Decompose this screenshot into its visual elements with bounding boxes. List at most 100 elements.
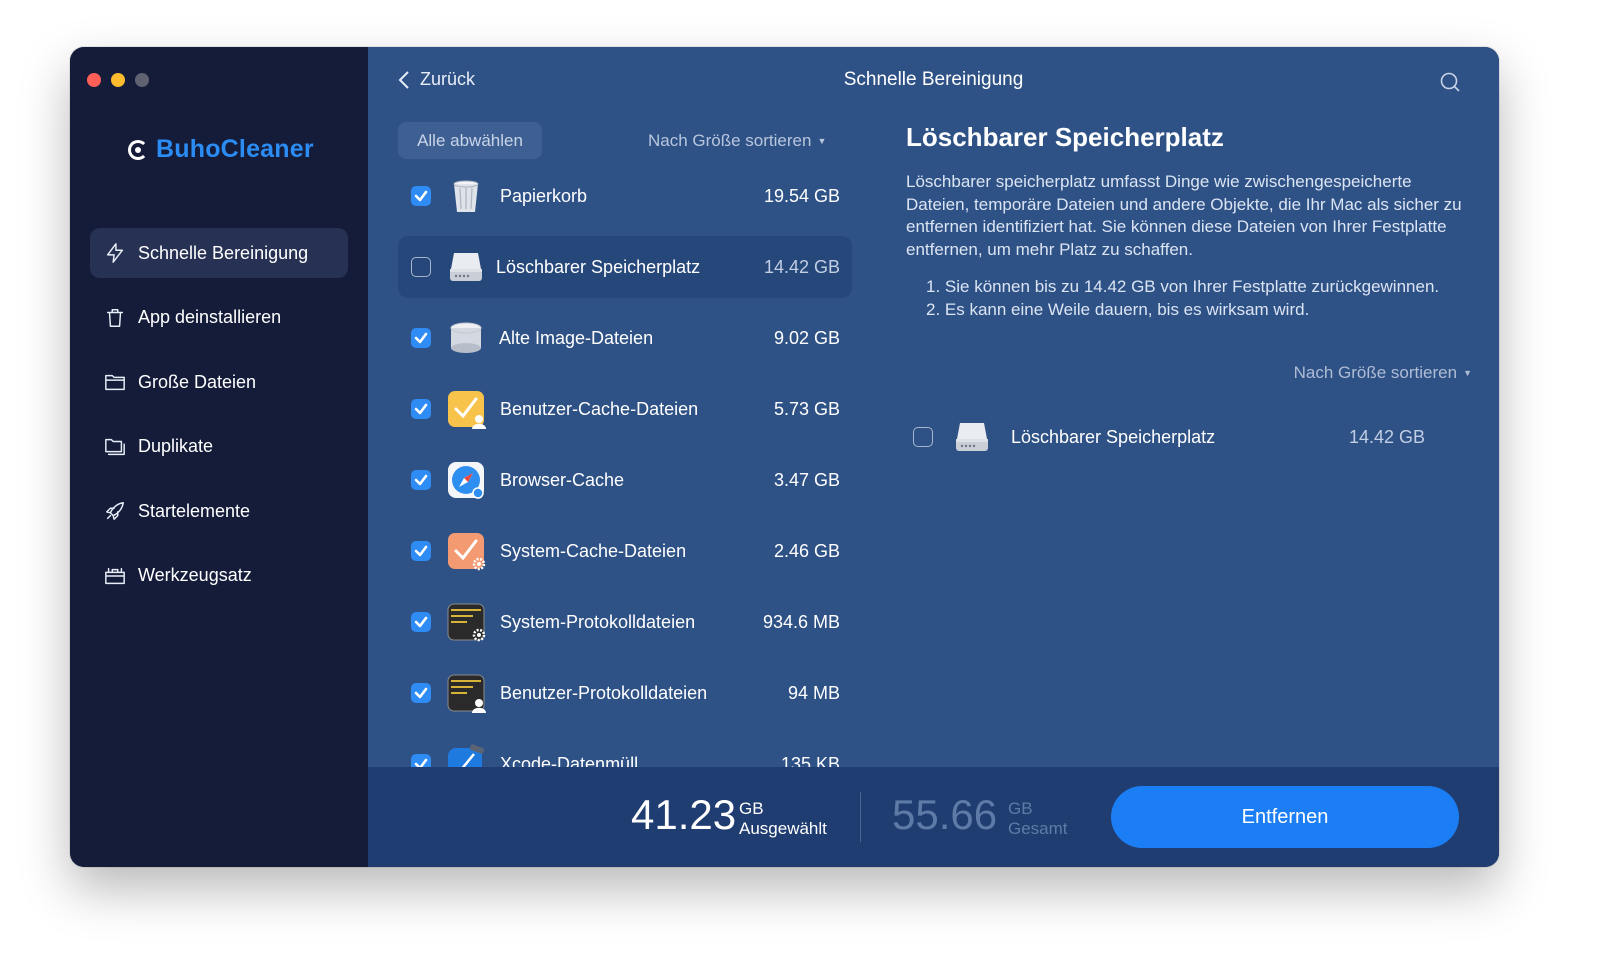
folder-icon [104,371,126,393]
list-item[interactable]: System-Protokolldateien 934.6 MB [398,591,852,653]
list-item[interactable]: Browser-Cache 3.47 GB [398,449,852,511]
list-item[interactable]: Papierkorb 19.54 GB [398,165,852,227]
list-item[interactable]: Löschbarer Speicherplatz 14.42 GB [398,236,852,298]
disk-drive-icon [952,417,992,457]
remove-button[interactable]: Entfernen [1111,786,1459,848]
selected-size-caption: GB Ausgewählt [739,799,827,839]
detail-point: 1. Sie können bis zu 14.42 GB von Ihrer … [926,277,1440,296]
item-name: Löschbarer Speicherplatz [1011,426,1216,447]
detail-description: Löschbarer speicherplatz umfasst Dinge w… [906,172,1462,259]
item-size: 3.47 GB [773,469,840,490]
item-size: 135 KB [780,753,840,768]
checkbox[interactable] [411,399,431,419]
checkbox[interactable] [411,754,431,767]
checkbox[interactable] [411,541,431,561]
sidebar-item-schnelle-bereinigung[interactable]: Schnelle Bereinigung [90,228,348,278]
total-unit: GB [1008,799,1033,818]
detail-pane: Löschbarer Speicherplatz Löschbarer spei… [906,122,1476,321]
sidebar-item-label: App deinstallieren [138,307,282,327]
checkbox[interactable] [411,470,431,490]
item-size: 2.46 GB [773,540,840,561]
category-list: Papierkorb 19.54 GB Löschbarer Speicherp… [398,165,852,767]
system-log-icon [446,602,486,642]
total-size-value: 55.66 [892,791,998,838]
item-name: Browser-Cache [500,469,625,490]
detail-points: 1. Sie können bis zu 14.42 GB von Ihrer … [906,276,1476,321]
detail-list-item[interactable]: Löschbarer Speicherplatz 14.42 GB [908,412,1438,462]
item-size: 94 MB [787,682,840,703]
checkbox[interactable] [411,257,431,277]
buho-logo-icon [128,139,148,160]
zoom-window-button[interactable] [135,73,149,87]
item-name: Papierkorb [500,185,588,206]
deselect-all-button[interactable]: Alle abwählen [398,122,542,159]
item-size: 9.02 GB [773,327,840,348]
page-title: Schnelle Bereinigung [843,69,1024,90]
detail-point: 2. Es kann eine Weile dauern, bis es wir… [926,299,1310,319]
sidebar-item-label: Duplikate [138,436,214,456]
user-cache-icon [446,389,486,429]
item-name: System-Protokolldateien [500,611,696,632]
item-name: System-Cache-Dateien [500,540,687,561]
sidebar-item-label: Große Dateien [138,371,257,392]
minimize-window-button[interactable] [111,73,125,87]
list-item[interactable]: Benutzer-Cache-Dateien 5.73 GB [398,378,852,440]
checkbox[interactable] [913,427,933,447]
search-icon [1440,72,1460,92]
item-name: Xcode-Datenmüll [500,753,639,768]
search-button[interactable] [1439,71,1461,93]
total-label: Gesamt [1008,819,1068,838]
selected-label: Ausgewählt [739,819,827,838]
list-item[interactable]: Xcode-Datenmüll 135 KB [398,733,852,767]
sort-label: Nach Größe sortieren [648,131,812,150]
sidebar-item-label: Werkzeugsatz [138,565,252,585]
trash-bin-icon [446,176,486,216]
brand-name: BuhoCleaner [156,135,314,163]
caret-down-icon: ▼ [817,136,827,146]
bottom-bar: 41.23 GB Ausgewählt 55.66 GB Gesamt Entf… [368,767,1499,867]
sidebar-item-label: Schnelle Bereinigung [138,242,309,263]
category-list-pane: Alle abwählen Nach Größe sortieren ▼ Pap… [398,122,852,767]
sidebar: BuhoCleaner Schnelle Bereinigung App dei… [70,47,368,867]
total-size-caption: GB Gesamt [1008,799,1068,839]
safari-icon [446,460,486,500]
brand: BuhoCleaner [128,135,314,164]
sidebar-item-label: Startelemente [138,500,251,521]
app-window: BuhoCleaner Schnelle Bereinigung App dei… [70,47,1499,867]
item-name: Löschbarer Speicherplatz [496,256,701,277]
checkbox[interactable] [411,683,431,703]
disk-image-icon [446,318,486,358]
toolbox-icon [104,565,126,587]
user-log-icon [446,673,486,713]
item-name: Alte Image-Dateien [499,327,654,348]
checkbox[interactable] [411,186,431,206]
sidebar-item-app-deinstallieren[interactable]: App deinstallieren [90,293,348,343]
close-window-button[interactable] [87,73,101,87]
disk-drive-icon [446,247,486,287]
folders-icon [104,436,126,458]
item-size: 19.54 GB [763,185,840,206]
item-size: 14.42 GB [763,256,840,277]
sort-dropdown[interactable]: Nach Größe sortieren ▼ [648,131,826,151]
sidebar-item-startelemente[interactable]: Startelemente [90,486,348,536]
trash-icon [104,307,126,329]
list-item[interactable]: Alte Image-Dateien 9.02 GB [398,307,852,369]
checkbox[interactable] [411,328,431,348]
item-size: 934.6 MB [762,611,840,632]
xcode-icon [446,744,486,767]
sidebar-item-duplikate[interactable]: Duplikate [90,422,348,472]
item-size: 14.42 GB [1348,426,1425,447]
caret-down-icon: ▼ [1463,368,1472,378]
lightning-icon [104,242,126,264]
list-item[interactable]: System-Cache-Dateien 2.46 GB [398,520,852,582]
detail-sort-dropdown[interactable]: Nach Größe sortieren ▼ [1294,363,1472,383]
selected-unit: GB [739,799,764,818]
list-item[interactable]: Benutzer-Protokolldateien 94 MB [398,662,852,724]
top-bar: Zurück Schnelle Bereinigung [368,47,1499,117]
checkbox[interactable] [411,612,431,632]
sidebar-item-werkzeugsatz[interactable]: Werkzeugsatz [90,551,348,601]
item-size: 5.73 GB [773,398,840,419]
rocket-icon [104,500,126,522]
sidebar-item-grosse-dateien[interactable]: Große Dateien [90,357,348,407]
sidebar-nav: Schnelle Bereinigung App deinstallieren … [90,228,348,615]
